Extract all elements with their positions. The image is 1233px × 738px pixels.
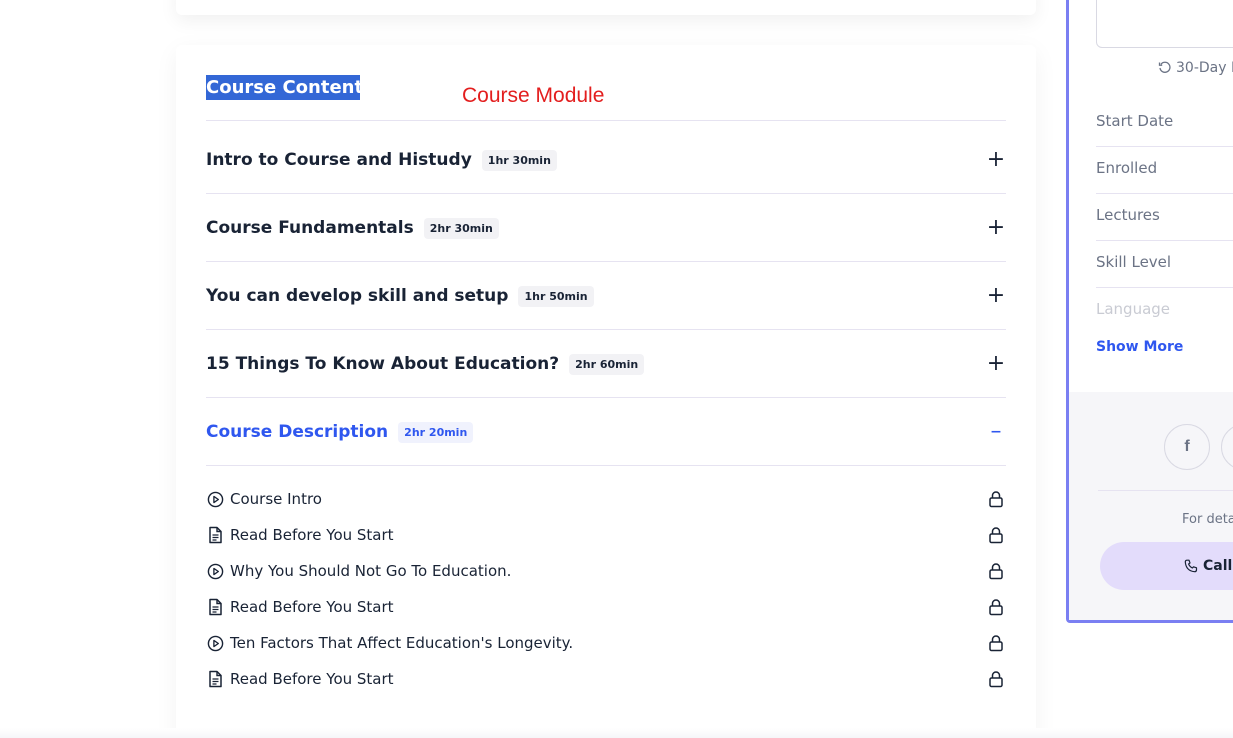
call-us-button[interactable]: Call U	[1100, 542, 1233, 590]
sidebar-row-label: Skill Level	[1096, 253, 1172, 271]
refresh-icon	[1158, 61, 1172, 75]
phone-icon	[1184, 559, 1198, 573]
plus-icon[interactable]: +	[986, 285, 1006, 307]
sidebar-row-skill-level: Skill Level	[1096, 241, 1233, 288]
minus-icon[interactable]: –	[986, 421, 1006, 443]
play-circle-icon	[206, 634, 224, 652]
accordion-section-15-things[interactable]: 15 Things To Know About Education? 2hr 6…	[206, 346, 1006, 382]
lesson-item[interactable]: Read Before You Start	[206, 523, 1006, 547]
duration-badge: 2hr 20min	[398, 421, 474, 443]
divider	[206, 465, 1006, 466]
lock-icon	[988, 526, 1006, 544]
divider	[206, 193, 1006, 194]
divider	[1098, 490, 1233, 491]
previous-card	[176, 0, 1036, 15]
page-bottom-edge	[0, 728, 1233, 738]
section-title: 15 Things To Know About Education?	[206, 354, 560, 374]
sidebar-row-lectures: Lectures	[1096, 194, 1233, 241]
play-circle-icon	[206, 490, 224, 508]
document-icon	[206, 598, 224, 616]
sidebar-row-label: Start Date	[1096, 112, 1174, 130]
document-icon	[206, 670, 224, 688]
divider	[206, 261, 1006, 262]
section-title: Course Fundamentals	[206, 218, 414, 238]
lesson-title: Read Before You Start	[230, 526, 394, 544]
lesson-item[interactable]: Read Before You Start	[206, 667, 1006, 691]
money-back-guarantee: 30-Day M	[1158, 60, 1233, 76]
guarantee-text: 30-Day M	[1176, 60, 1233, 76]
accordion-section-develop-skill[interactable]: You can develop skill and setup 1hr 50mi…	[206, 278, 1006, 314]
section-title: Course Description	[206, 422, 389, 442]
accordion-section-fundamentals[interactable]: Course Fundamentals 2hr 30min +	[206, 210, 1006, 246]
section-title: Intro to Course and Histudy	[206, 150, 472, 170]
lesson-title: Read Before You Start	[230, 670, 394, 688]
document-icon	[206, 526, 224, 544]
divider	[206, 329, 1006, 330]
lock-icon	[988, 598, 1006, 616]
facebook-button[interactable]: f	[1164, 424, 1210, 470]
sidebar-row-label: Language	[1096, 300, 1171, 318]
duration-badge: 2hr 60min	[569, 353, 645, 375]
lesson-title: Course Intro	[230, 490, 322, 508]
lock-icon	[988, 670, 1006, 688]
accordion-section-course-description[interactable]: Course Description 2hr 20min –	[206, 414, 1006, 450]
lock-icon	[988, 562, 1006, 580]
sidebar-row-language: Language	[1096, 288, 1233, 335]
for-details-text: For deta	[1182, 512, 1233, 527]
course-module-annotation: Course Module	[462, 84, 605, 107]
sidebar-row-label: Enrolled	[1096, 159, 1158, 177]
plus-icon[interactable]: +	[986, 353, 1006, 375]
duration-badge: 1hr 30min	[481, 149, 557, 171]
show-more-link[interactable]: Show More	[1096, 339, 1183, 355]
duration-badge: 1hr 50min	[518, 285, 594, 307]
facebook-icon: f	[1184, 438, 1190, 455]
lesson-title: Read Before You Start	[230, 598, 394, 616]
sidebar-row-start-date: Start Date	[1096, 100, 1233, 147]
lesson-title: Ten Factors That Affect Education's Long…	[230, 634, 574, 652]
divider	[206, 397, 1006, 398]
section-title: You can develop skill and setup	[206, 286, 509, 306]
plus-icon[interactable]: +	[986, 217, 1006, 239]
sidebar-row-label: Lectures	[1096, 206, 1160, 224]
lesson-item[interactable]: Ten Factors That Affect Education's Long…	[206, 631, 1006, 655]
course-content-title: Course Content	[206, 75, 364, 100]
lock-icon	[988, 634, 1006, 652]
duration-badge: 2hr 30min	[423, 217, 499, 239]
accordion-section-intro[interactable]: Intro to Course and Histudy 1hr 30min +	[206, 142, 1006, 178]
call-us-label: Call U	[1203, 558, 1233, 574]
lesson-item[interactable]: Read Before You Start	[206, 595, 1006, 619]
sidebar-row-enrolled: Enrolled	[1096, 147, 1233, 194]
lock-icon	[988, 490, 1006, 508]
plus-icon[interactable]: +	[986, 149, 1006, 171]
play-circle-icon	[206, 562, 224, 580]
lesson-title: Why You Should Not Go To Education.	[230, 562, 512, 580]
divider	[206, 120, 1006, 121]
lesson-item[interactable]: Course Intro	[206, 487, 1006, 511]
sidebar-input-box	[1096, 0, 1233, 48]
lesson-item[interactable]: Why You Should Not Go To Education.	[206, 559, 1006, 583]
